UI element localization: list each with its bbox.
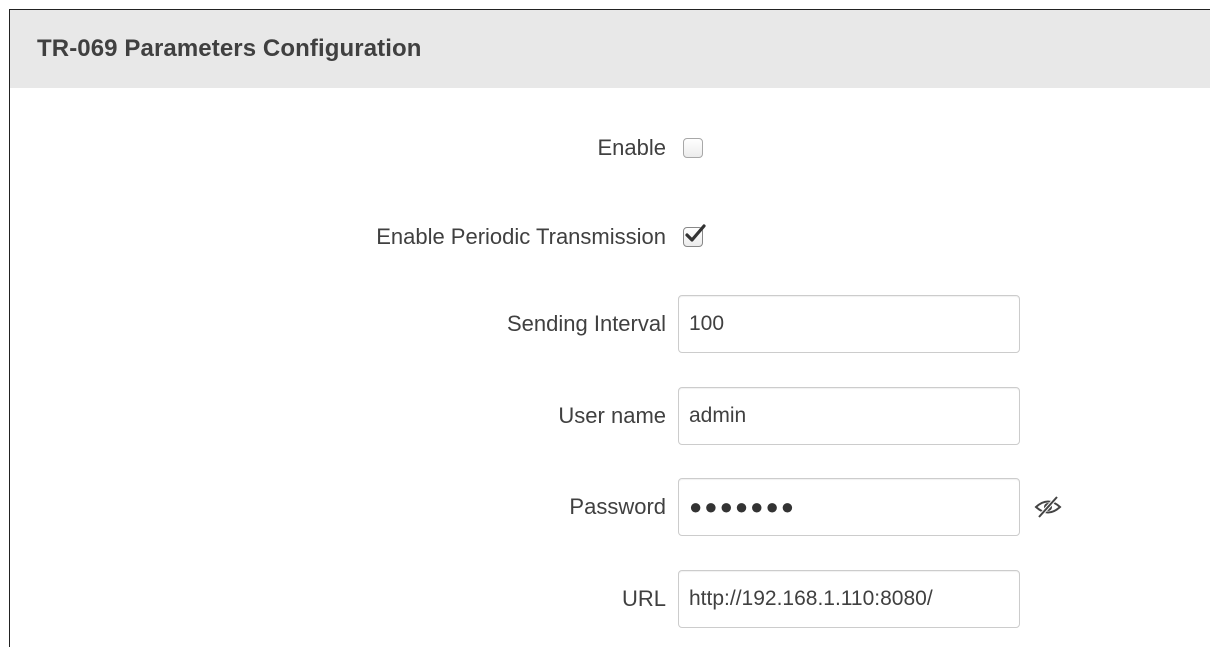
- username-label: User name: [558, 403, 666, 428]
- url-row: URL: [10, 569, 1210, 629]
- tr069-config-panel: TR-069 Parameters Configuration Enable E…: [9, 9, 1210, 647]
- periodic-transmission-row: Enable Periodic Transmission: [10, 207, 1210, 267]
- url-input[interactable]: [678, 570, 1020, 628]
- periodic-transmission-checkbox[interactable]: [683, 224, 706, 247]
- enable-label: Enable: [597, 135, 666, 160]
- username-row: User name: [10, 386, 1210, 446]
- sending-interval-row: Sending Interval: [10, 294, 1210, 354]
- password-label: Password: [569, 494, 666, 519]
- sending-interval-label: Sending Interval: [507, 311, 666, 336]
- panel-header: TR-069 Parameters Configuration: [10, 10, 1210, 88]
- password-row: Password ●●●●●●●: [10, 477, 1210, 537]
- url-label: URL: [621, 586, 666, 611]
- password-input[interactable]: [678, 478, 1020, 536]
- enable-row: Enable: [10, 118, 1210, 178]
- username-input[interactable]: [678, 387, 1020, 445]
- periodic-transmission-label: Enable Periodic Transmission: [376, 224, 666, 249]
- checkmark-icon: [685, 224, 706, 242]
- sending-interval-input[interactable]: [678, 295, 1020, 353]
- panel-title: TR-069 Parameters Configuration: [37, 35, 422, 62]
- eye-slash-icon[interactable]: [1033, 494, 1063, 520]
- enable-checkbox[interactable]: [683, 138, 703, 158]
